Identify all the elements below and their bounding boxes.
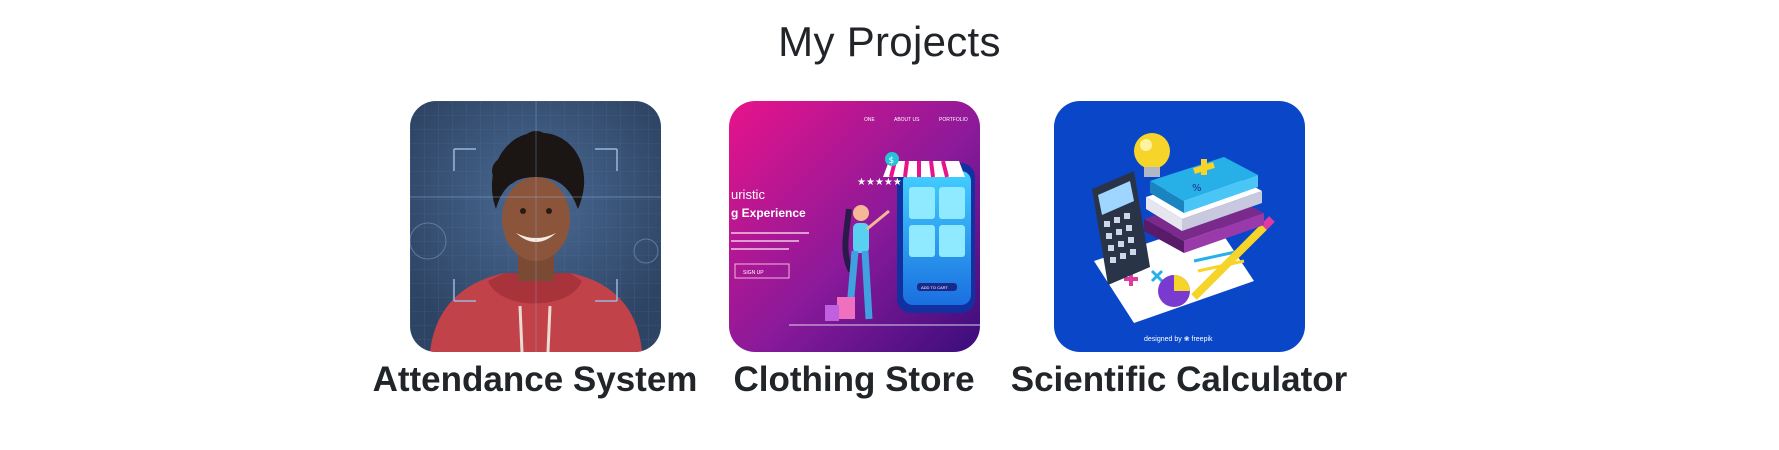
project-title[interactable]: Clothing Store bbox=[684, 360, 1024, 400]
svg-text:★★★★★: ★★★★★ bbox=[857, 177, 902, 188]
store-heading-2: g Experience bbox=[731, 206, 806, 220]
store-nav-2: ABOUT US bbox=[894, 117, 920, 123]
project-card-clothing[interactable]: ONE ABOUT US PORTFOLIO uristic g Experie… bbox=[684, 101, 1024, 400]
svg-text:$: $ bbox=[888, 156, 894, 166]
store-heading-1: uristic bbox=[731, 187, 765, 202]
store-nav-1: ONE bbox=[864, 117, 876, 123]
scientific-calculator-image[interactable]: % designed by ❀ freepik bbox=[1053, 101, 1305, 352]
store-signup-text: SIGN UP bbox=[743, 270, 764, 276]
clothing-store-image[interactable]: ONE ABOUT US PORTFOLIO uristic g Experie… bbox=[728, 101, 980, 352]
project-title[interactable]: Attendance System bbox=[365, 360, 705, 400]
face-recognition-photo-icon bbox=[409, 101, 661, 352]
store-cart-text: ADD TO CART bbox=[921, 285, 948, 290]
attendance-system-image[interactable] bbox=[409, 101, 661, 352]
store-nav-3: PORTFOLIO bbox=[939, 117, 968, 123]
freepik-credit: designed by ❀ freepik bbox=[1144, 336, 1213, 343]
svg-text:%: % bbox=[1192, 183, 1202, 194]
calculator-books-illustration-icon: % designed by ❀ freepik bbox=[1053, 101, 1305, 352]
projects-section: My Projects Attendance System ONE ABOUT … bbox=[0, 0, 1779, 450]
ecommerce-illustration-icon: ONE ABOUT US PORTFOLIO uristic g Experie… bbox=[728, 101, 980, 352]
section-title: My Projects bbox=[778, 18, 1001, 65]
project-card-calculator[interactable]: % designed by ❀ freepik Scientific Calcu… bbox=[1009, 101, 1349, 400]
project-title[interactable]: Scientific Calculator bbox=[1009, 360, 1349, 400]
project-card-attendance[interactable]: Attendance System bbox=[365, 101, 705, 400]
